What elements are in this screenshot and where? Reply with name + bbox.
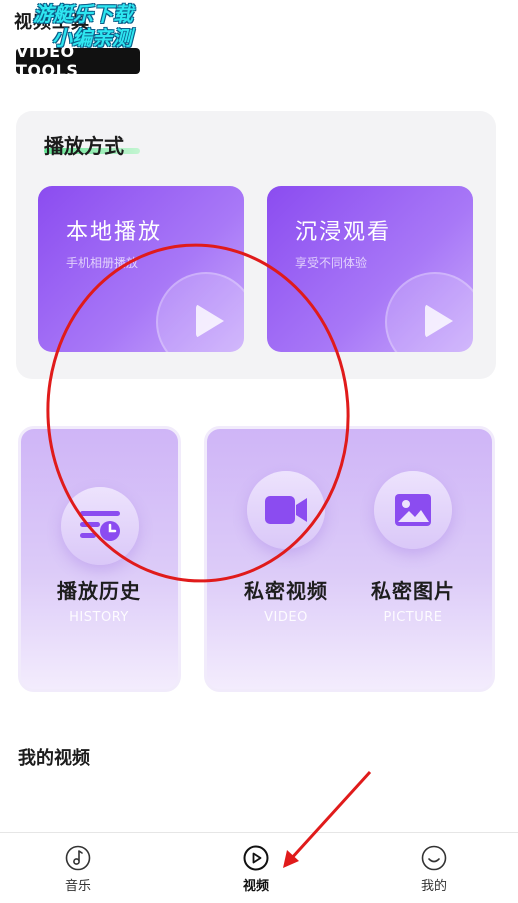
private-media-card: 私密视频 VIDEO 私密图片 PICTURE [204, 426, 495, 692]
tab-video[interactable]: 视频 [216, 845, 296, 894]
play-icon [385, 272, 473, 352]
history-icon [61, 487, 139, 565]
private-video-sub: VIDEO [264, 610, 308, 625]
play-history-card[interactable]: 播放历史 HISTORY [18, 426, 181, 692]
my-videos-title: 我的视频 [18, 748, 90, 769]
immersive-view-subtitle: 享受不同体验 [295, 256, 368, 270]
immersive-view-title: 沉浸观看 [295, 220, 392, 245]
play-mode-title: 播放方式 [44, 134, 124, 158]
image-icon[interactable] [374, 471, 452, 549]
bottom-tab-bar: 音乐 视频 我的 [0, 832, 518, 903]
tab-mine[interactable]: 我的 [394, 845, 474, 894]
music-icon [65, 845, 91, 871]
play-circle-icon [243, 845, 269, 871]
local-play-subtitle: 手机相册播放 [66, 256, 139, 270]
private-picture-label[interactable]: 私密图片 [343, 575, 483, 604]
private-video-label[interactable]: 私密视频 [216, 575, 356, 604]
app-logo-badge: VIDEO TOOLS [16, 42, 140, 80]
video-camera-icon[interactable] [247, 471, 325, 549]
tab-music[interactable]: 音乐 [38, 845, 118, 894]
immersive-view-card[interactable]: 沉浸观看 享受不同体验 [267, 186, 473, 352]
watermark-line-1: 游艇乐下载 [33, 2, 133, 26]
private-picture-sub: PICTURE [383, 610, 443, 625]
smile-icon [421, 845, 447, 871]
local-play-card[interactable]: 本地播放 手机相册播放 [38, 186, 244, 352]
watermark-line-2: 小编亲测 [52, 26, 132, 50]
tab-mine-label: 我的 [420, 879, 447, 894]
tab-music-label: 音乐 [64, 879, 91, 894]
play-history-sub: HISTORY [69, 610, 129, 625]
tab-video-label: 视频 [242, 879, 269, 894]
play-icon [156, 272, 244, 352]
local-play-title: 本地播放 [66, 220, 163, 245]
play-history-label: 播放历史 [57, 579, 141, 603]
watermark: 游艇乐下载 小编亲测 [8, 2, 158, 50]
